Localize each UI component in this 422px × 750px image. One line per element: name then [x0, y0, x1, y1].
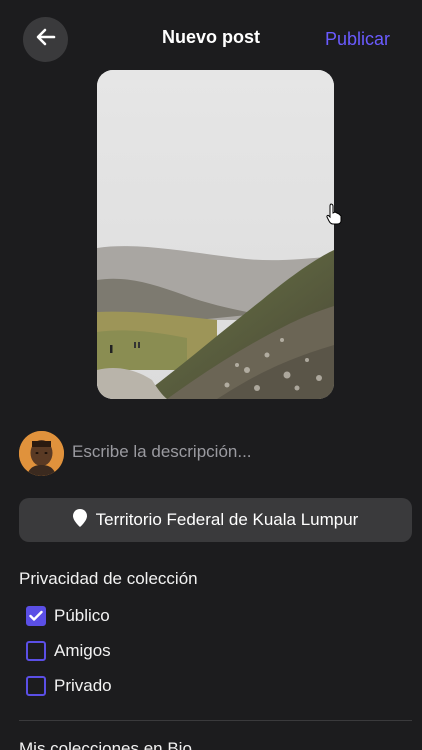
hand-cursor-icon — [326, 203, 342, 230]
option-label: Público — [54, 606, 110, 625]
divider — [19, 720, 412, 721]
description-input[interactable] — [72, 442, 392, 462]
checkbox-private[interactable] — [26, 676, 46, 696]
checkbox-friends[interactable] — [26, 641, 46, 661]
privacy-option-public[interactable]: Público — [26, 606, 110, 626]
privacy-option-private[interactable]: Privado — [26, 676, 112, 696]
location-label: Territorio Federal de Kuala Lumpur — [95, 510, 359, 529]
checkmark-icon — [29, 610, 43, 621]
checkbox-public[interactable] — [26, 606, 46, 626]
privacy-option-friends[interactable]: Amigos — [26, 641, 111, 661]
publish-button[interactable]: Publicar — [325, 29, 390, 50]
privacy-title: Privacidad de colección — [19, 569, 198, 588]
avatar — [19, 431, 64, 476]
location-button[interactable]: Territorio Federal de Kuala Lumpur — [19, 498, 412, 542]
landscape-photo — [97, 70, 334, 399]
location-pin-icon — [72, 508, 87, 532]
photo-preview[interactable] — [97, 70, 334, 399]
option-label: Amigos — [54, 641, 111, 660]
option-label: Privado — [54, 676, 112, 695]
new-post-screen: Nuevo post Publicar Escribe la descripci… — [0, 0, 422, 750]
collections-title: Mis colecciones en Bio — [19, 739, 192, 750]
